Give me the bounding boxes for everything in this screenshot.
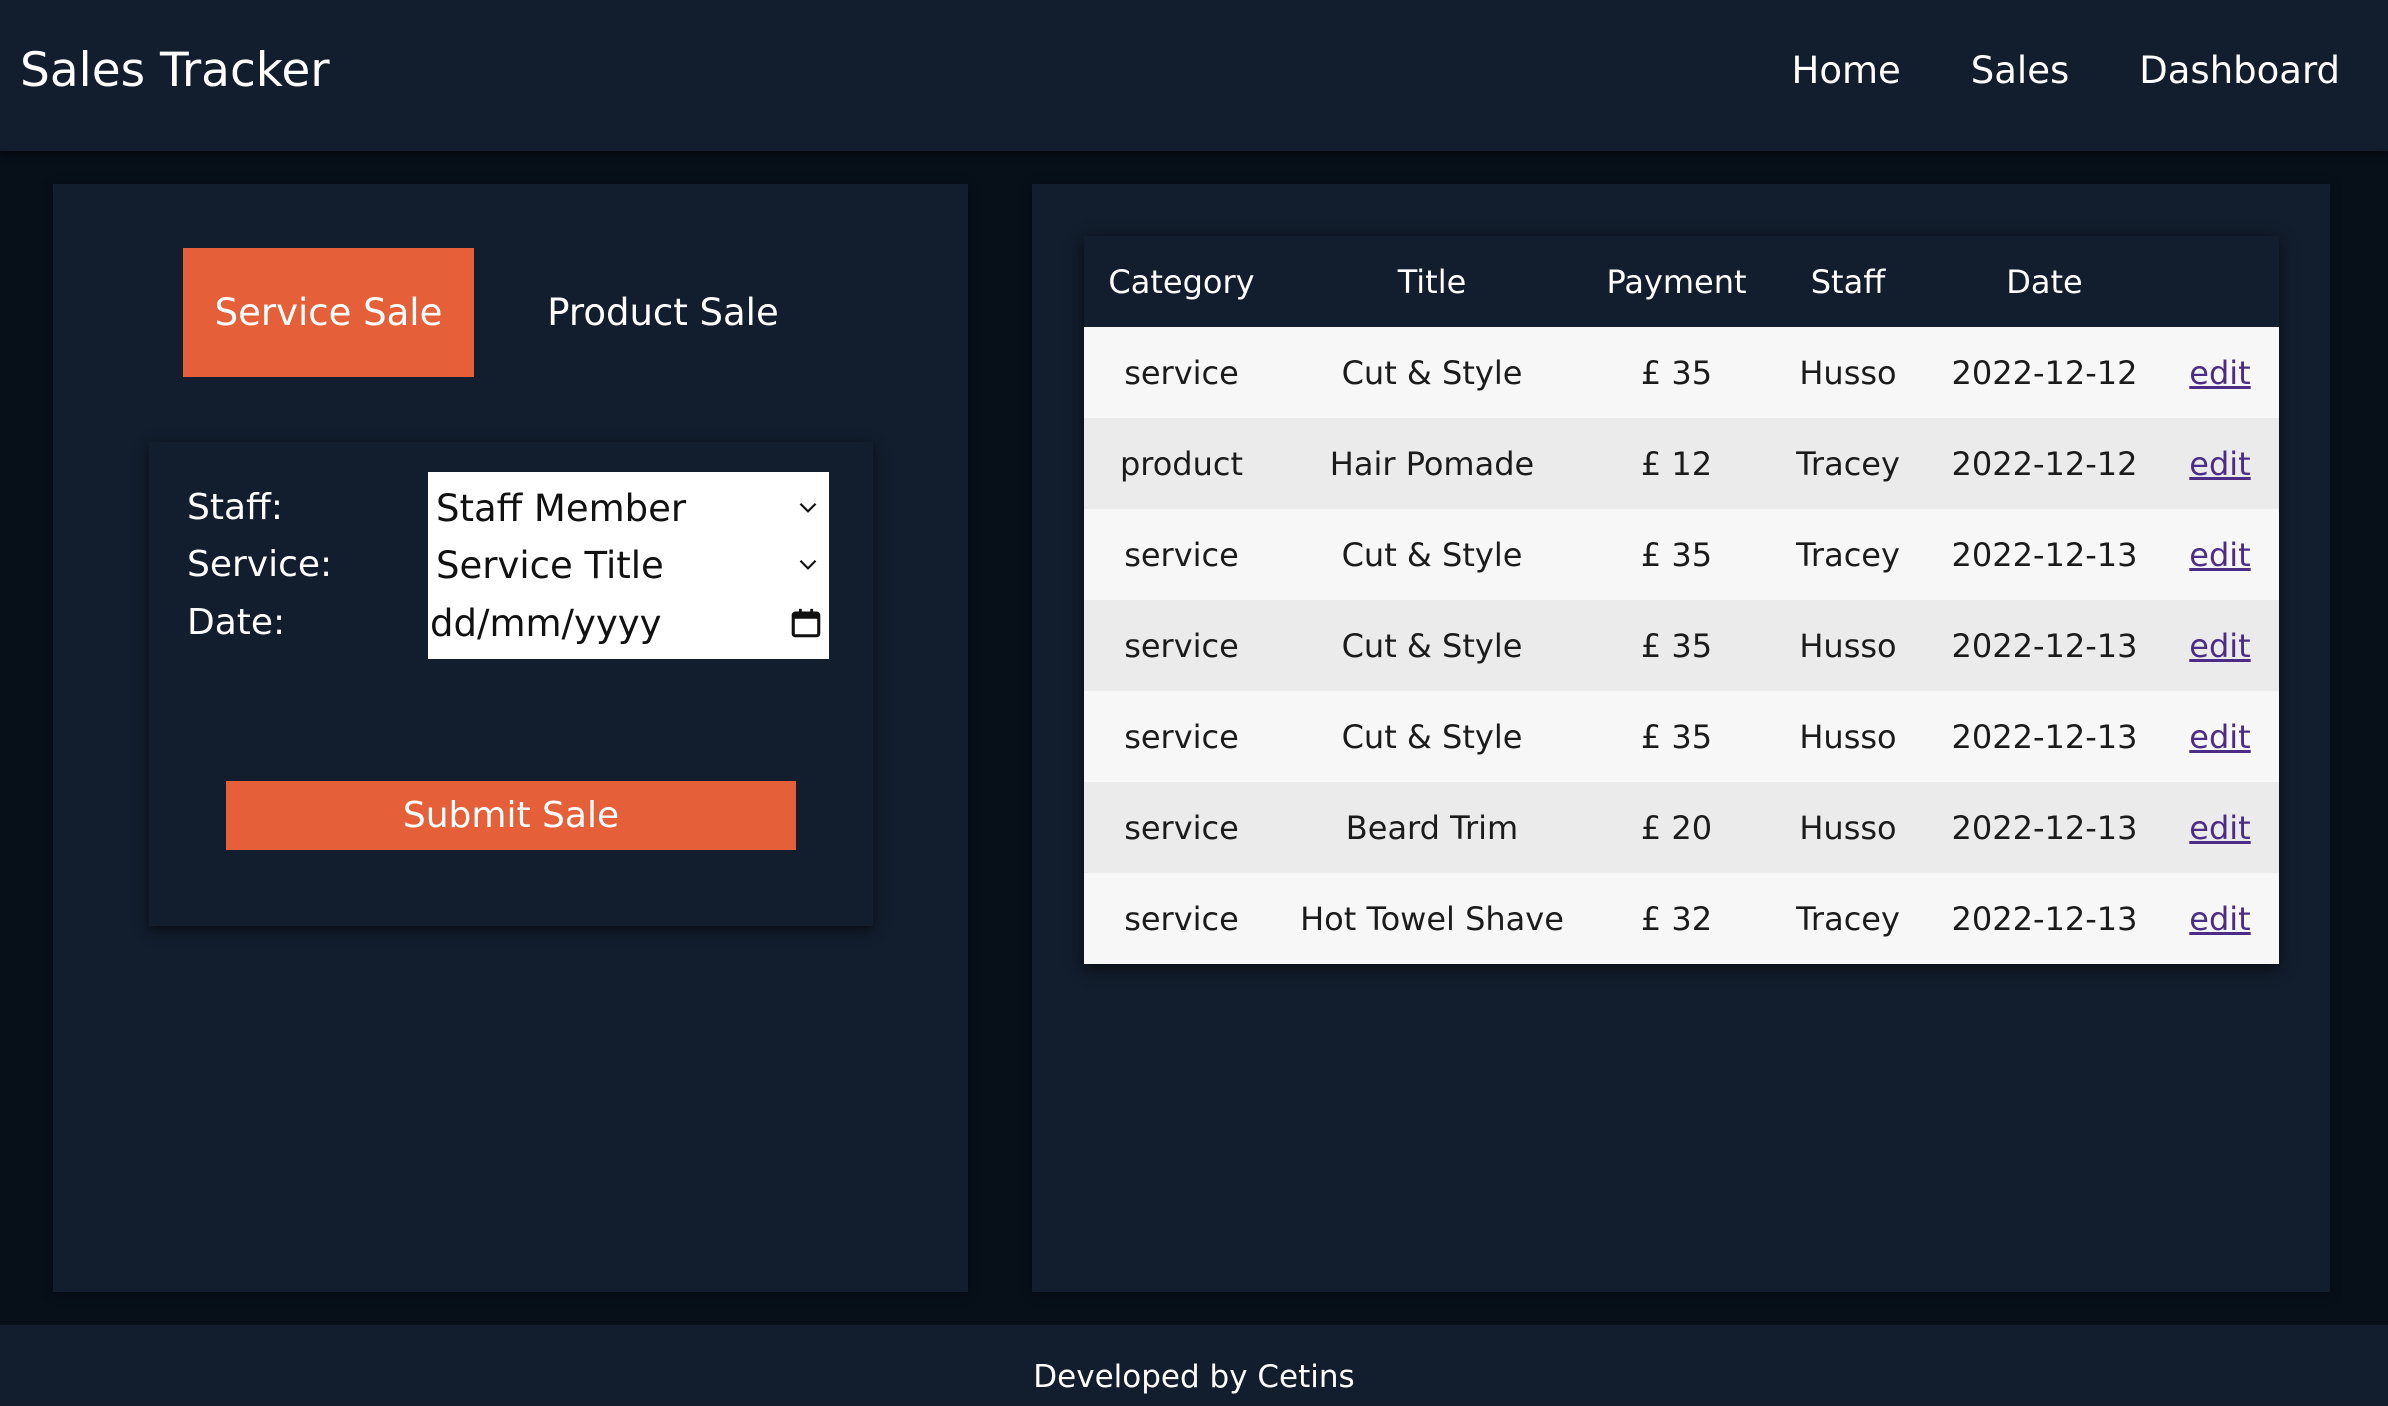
cell-category: service xyxy=(1124,717,1239,756)
nav-dashboard-link[interactable]: Dashboard xyxy=(2139,40,2340,102)
cell-action: edit xyxy=(2161,691,2279,782)
nav-home-link[interactable]: Home xyxy=(1792,40,1901,102)
top-navbar: Sales Tracker Home Sales Dashboard xyxy=(0,0,2388,151)
cell-date: 2022-12-12 xyxy=(1951,353,2138,392)
cell-staff: Husso xyxy=(1799,353,1897,392)
service-select-value: Service Title xyxy=(436,543,664,587)
cell-date: 2022-12-13 xyxy=(1951,899,2138,938)
sales-table: Category Title Payment Staff Date servic… xyxy=(1084,236,2279,964)
chevron-down-icon xyxy=(799,559,817,570)
table-row: service Hot Towel Shave £ 32 Tracey 2022… xyxy=(1084,873,2279,964)
table-row: service Cut & Style £ 35 Husso 2022-12-1… xyxy=(1084,691,2279,782)
edit-link[interactable]: edit xyxy=(2189,445,2250,483)
cell-title: Cut & Style xyxy=(1341,535,1523,574)
cell-staff: Tracey xyxy=(1796,899,1900,938)
date-label: Date: xyxy=(187,602,286,643)
column-header-staff: Staff xyxy=(1810,262,1886,301)
column-header-actions xyxy=(2161,236,2279,327)
cell-title: Hair Pomade xyxy=(1329,444,1535,483)
edit-link[interactable]: edit xyxy=(2189,900,2250,938)
cell-staff: Husso xyxy=(1799,717,1897,756)
edit-link[interactable]: edit xyxy=(2189,536,2250,574)
edit-link[interactable]: edit xyxy=(2189,627,2250,665)
cell-title: Cut & Style xyxy=(1341,353,1523,392)
cell-category: product xyxy=(1119,444,1244,483)
cell-staff: Tracey xyxy=(1796,535,1900,574)
cell-date: 2022-12-13 xyxy=(1951,808,2138,847)
calendar-icon[interactable] xyxy=(789,605,823,641)
sale-entry-panel: Service Sale Product Sale Staff: Staff M… xyxy=(53,184,968,1292)
footer: Developed by Cetins xyxy=(0,1325,2388,1406)
cell-category: service xyxy=(1124,899,1239,938)
tab-product-sale[interactable]: Product Sale xyxy=(513,248,813,377)
cell-title: Beard Trim xyxy=(1345,808,1519,847)
chevron-down-icon xyxy=(799,502,817,513)
cell-action: edit xyxy=(2161,600,2279,691)
cell-date: 2022-12-13 xyxy=(1951,717,2138,756)
table-row: product Hair Pomade £ 12 Tracey 2022-12-… xyxy=(1084,418,2279,509)
cell-date: 2022-12-12 xyxy=(1951,444,2138,483)
cell-payment: £ 35 xyxy=(1640,717,1713,756)
cell-payment: £ 35 xyxy=(1640,535,1713,574)
submit-sale-button[interactable]: Submit Sale xyxy=(226,781,796,850)
date-input-placeholder: dd/mm/yyyy xyxy=(430,601,662,645)
column-header-category: Category xyxy=(1108,262,1255,301)
cell-payment: £ 35 xyxy=(1640,626,1713,665)
sales-table-container: Category Title Payment Staff Date servic… xyxy=(1084,236,2279,964)
cell-title: Cut & Style xyxy=(1341,626,1523,665)
cell-payment: £ 32 xyxy=(1640,899,1713,938)
cell-action: edit xyxy=(2161,418,2279,509)
sale-form: Staff: Staff Member Service: Service Tit… xyxy=(149,442,873,926)
edit-link[interactable]: edit xyxy=(2189,718,2250,756)
column-header-date: Date xyxy=(2006,262,2083,301)
cell-payment: £ 35 xyxy=(1640,353,1713,392)
column-header-title: Title xyxy=(1397,262,1467,301)
edit-link[interactable]: edit xyxy=(2189,809,2250,847)
app-title: Sales Tracker xyxy=(20,43,330,98)
table-row: service Cut & Style £ 35 Husso 2022-12-1… xyxy=(1084,327,2279,418)
cell-category: service xyxy=(1124,626,1239,665)
date-input[interactable]: dd/mm/yyyy xyxy=(428,587,829,659)
edit-link[interactable]: edit xyxy=(2189,354,2250,392)
main-nav: Home Sales Dashboard xyxy=(1792,40,2341,102)
cell-staff: Husso xyxy=(1799,808,1897,847)
cell-date: 2022-12-13 xyxy=(1951,535,2138,574)
cell-action: edit xyxy=(2161,509,2279,600)
staff-select-value: Staff Member xyxy=(436,486,687,530)
table-row: service Cut & Style £ 35 Tracey 2022-12-… xyxy=(1084,509,2279,600)
cell-title: Cut & Style xyxy=(1341,717,1523,756)
tab-service-sale[interactable]: Service Sale xyxy=(183,248,474,377)
cell-category: service xyxy=(1124,353,1239,392)
cell-action: edit xyxy=(2161,782,2279,873)
cell-category: service xyxy=(1124,808,1239,847)
table-row: service Cut & Style £ 35 Husso 2022-12-1… xyxy=(1084,600,2279,691)
cell-date: 2022-12-13 xyxy=(1951,626,2138,665)
sales-list-panel: Category Title Payment Staff Date servic… xyxy=(1032,184,2330,1292)
cell-action: edit xyxy=(2161,327,2279,418)
cell-title: Hot Towel Shave xyxy=(1300,899,1564,938)
cell-staff: Husso xyxy=(1799,626,1897,665)
cell-payment: £ 12 xyxy=(1640,444,1713,483)
cell-payment: £ 20 xyxy=(1640,808,1713,847)
nav-sales-link[interactable]: Sales xyxy=(1971,40,2069,102)
column-header-payment: Payment xyxy=(1606,262,1747,301)
cell-action: edit xyxy=(2161,873,2279,964)
table-row: service Beard Trim £ 20 Husso 2022-12-13… xyxy=(1084,782,2279,873)
cell-staff: Tracey xyxy=(1796,444,1900,483)
table-header-row: Category Title Payment Staff Date xyxy=(1084,236,2279,327)
cell-category: service xyxy=(1124,535,1239,574)
footer-credit: Developed by Cetins xyxy=(1033,1359,1355,1395)
